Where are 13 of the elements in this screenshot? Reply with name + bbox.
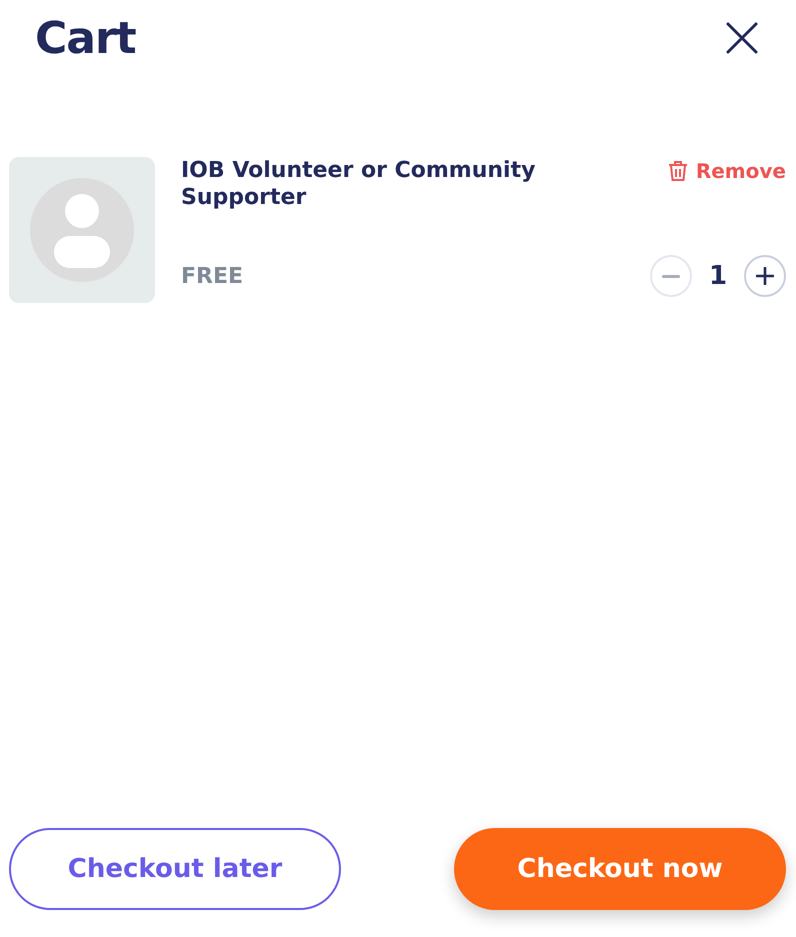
checkout-now-button[interactable]: Checkout now: [454, 828, 786, 910]
product-name: IOB Volunteer or Community Supporter: [181, 157, 536, 211]
avatar-placeholder-icon: [30, 178, 134, 282]
increase-button[interactable]: [744, 255, 786, 297]
plus-icon: [756, 267, 774, 285]
checkout-later-button[interactable]: Checkout later: [9, 828, 341, 910]
quantity-value: 1: [708, 261, 728, 291]
close-icon: [726, 22, 758, 54]
cart-title: Cart: [35, 12, 136, 64]
remove-button[interactable]: Remove: [668, 159, 786, 183]
product-price: FREE: [181, 264, 244, 288]
minus-icon: [662, 274, 680, 278]
trash-icon: [668, 160, 688, 182]
